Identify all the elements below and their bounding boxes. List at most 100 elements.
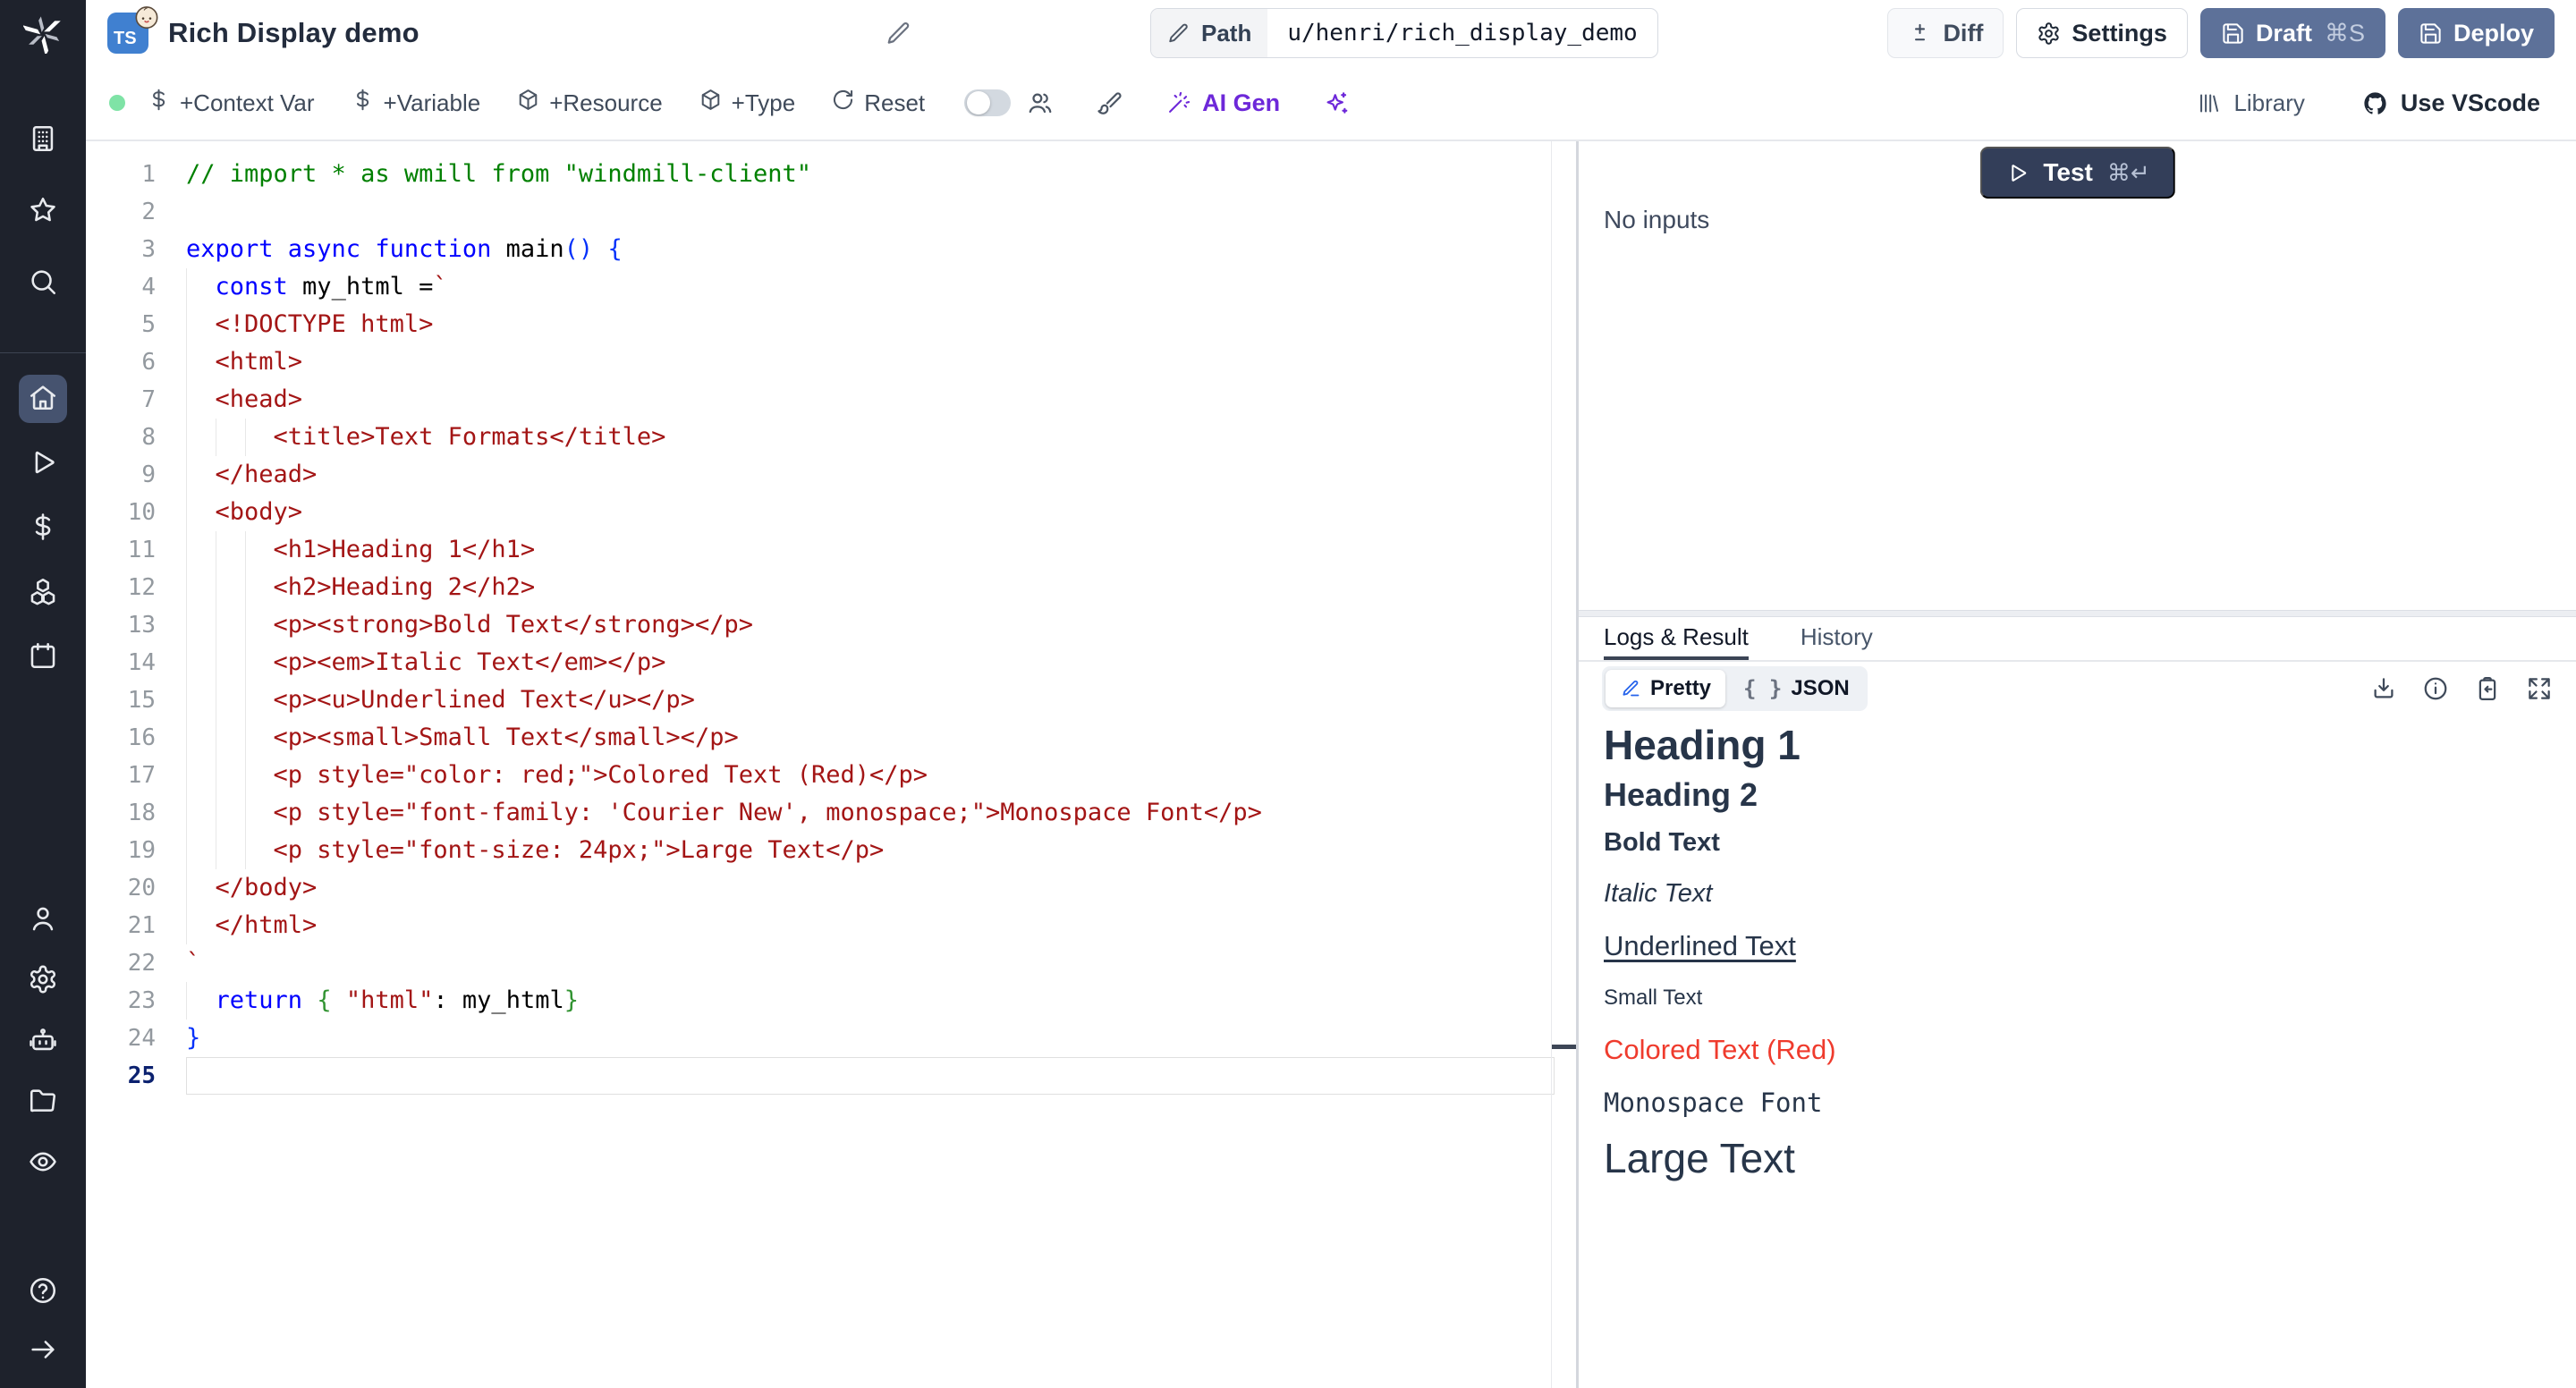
sidebar-item-building[interactable] <box>19 116 67 165</box>
code-line-2[interactable]: 2 <box>86 193 1576 231</box>
line-number[interactable]: 9 <box>86 456 156 494</box>
line-number[interactable]: 20 <box>86 869 156 907</box>
code-line-21[interactable]: 21 </html> <box>86 907 1576 944</box>
code-text[interactable]: <p><u>Underlined Text</u></p> <box>186 681 695 719</box>
sidebar-item-help[interactable] <box>19 1268 67 1316</box>
code-line-22[interactable]: 22` <box>86 944 1576 982</box>
expand-icon[interactable] <box>2526 675 2553 702</box>
script-path-control[interactable]: Path u/henri/rich_display_demo <box>1150 8 1658 58</box>
line-number[interactable]: 17 <box>86 757 156 794</box>
sidebar-item-arrow-right[interactable] <box>19 1327 67 1375</box>
line-number[interactable]: 25 <box>86 1057 156 1095</box>
code-line-9[interactable]: 9 </head> <box>86 456 1576 494</box>
json-option[interactable]: { } JSON <box>1729 670 1864 707</box>
code-line-5[interactable]: 5 <!DOCTYPE html> <box>86 306 1576 343</box>
line-number[interactable]: 7 <box>86 381 156 419</box>
line-number[interactable]: 24 <box>86 1020 156 1057</box>
horizontal-splitter[interactable] <box>1579 610 2576 617</box>
line-number[interactable]: 15 <box>86 681 156 719</box>
code-text[interactable]: <h2>Heading 2</h2> <box>186 569 535 606</box>
code-text[interactable]: // import * as wmill from "windmill-clie… <box>186 156 811 193</box>
library-button[interactable]: Library <box>2197 89 2304 117</box>
line-number[interactable]: 11 <box>86 531 156 569</box>
code-line-17[interactable]: 17 <p style="color: red;">Colored Text (… <box>86 757 1576 794</box>
code-line-12[interactable]: 12 <h2>Heading 2</h2> <box>86 569 1576 606</box>
pretty-option[interactable]: Pretty <box>1606 670 1725 707</box>
edit-summary-pencil-icon[interactable] <box>886 20 912 47</box>
settings-button[interactable]: Settings <box>2016 8 2188 58</box>
sidebar-item-gear[interactable] <box>19 957 67 1005</box>
toolbar-button-add-type[interactable]: +Type <box>699 88 796 118</box>
draft-button[interactable]: Draft ⌘S <box>2200 8 2385 58</box>
code-line-3[interactable]: 3 export async function main() { <box>86 231 1576 268</box>
multiplayer-toggle[interactable] <box>964 89 1011 116</box>
code-line-15[interactable]: 15 <p><u>Underlined Text</u></p> <box>86 681 1576 719</box>
code-text[interactable]: export async function main() { <box>186 231 623 268</box>
line-number[interactable]: 19 <box>86 832 156 869</box>
code-line-24[interactable]: 24} <box>86 1020 1576 1057</box>
code-text[interactable]: <p><small>Small Text</small></p> <box>186 719 739 757</box>
line-number[interactable]: 18 <box>86 794 156 832</box>
toolbar-button-reset[interactable]: Reset <box>831 88 925 118</box>
sidebar-item-folder[interactable] <box>19 1079 67 1127</box>
toolbar-button-add-resource[interactable]: +Resource <box>516 88 662 118</box>
line-number[interactable]: 14 <box>86 644 156 681</box>
code-text[interactable]: <p><em>Italic Text</em></p> <box>186 644 665 681</box>
line-number[interactable]: 22 <box>86 944 156 982</box>
line-number[interactable]: 16 <box>86 719 156 757</box>
sidebar-item-play[interactable] <box>19 440 67 488</box>
code-line-19[interactable]: 19 <p style="font-size: 24px;">Large Tex… <box>86 832 1576 869</box>
line-number[interactable]: 2 <box>86 193 156 231</box>
sidebar-item-dollar[interactable] <box>19 504 67 553</box>
sparkles-icon[interactable] <box>1323 89 1350 116</box>
code-text[interactable]: </html> <box>186 907 317 944</box>
code-text[interactable]: <title>Text Formats</title> <box>186 419 665 456</box>
tab-logs-and-result[interactable]: Logs & Result <box>1604 617 1749 660</box>
sidebar-item-calendar[interactable] <box>19 633 67 681</box>
line-number[interactable]: 23 <box>86 982 156 1020</box>
ai-gen-button[interactable]: AI Gen <box>1166 89 1280 117</box>
code-line-16[interactable]: 16 <p><small>Small Text</small></p> <box>86 719 1576 757</box>
sidebar-item-cubes[interactable] <box>19 569 67 617</box>
code-line-7[interactable]: 7 <head> <box>86 381 1576 419</box>
line-number[interactable]: 12 <box>86 569 156 606</box>
line-number[interactable]: 8 <box>86 419 156 456</box>
code-text[interactable]: <p style="color: red;">Colored Text (Red… <box>186 757 928 794</box>
code-text[interactable]: <body> <box>186 494 302 531</box>
code-editor[interactable]: 1 // import * as wmill from "windmill-cli… <box>86 141 1576 1388</box>
line-number[interactable]: 5 <box>86 306 156 343</box>
line-number[interactable]: 6 <box>86 343 156 381</box>
sidebar-item-robot[interactable] <box>19 1018 67 1066</box>
code-line-18[interactable]: 18 <p style="font-family: 'Courier New',… <box>86 794 1576 832</box>
code-text[interactable]: <h1>Heading 1</h1> <box>186 531 535 569</box>
sidebar-item-home[interactable] <box>19 375 67 423</box>
code-line-14[interactable]: 14 <p><em>Italic Text</em></p> <box>86 644 1576 681</box>
line-number[interactable]: 13 <box>86 606 156 644</box>
code-line-6[interactable]: 6 <html> <box>86 343 1576 381</box>
line-number[interactable]: 1 <box>86 156 156 193</box>
code-text[interactable]: } <box>186 1020 200 1057</box>
code-line-10[interactable]: 10 <body> <box>86 494 1576 531</box>
path-value[interactable]: u/henri/rich_display_demo <box>1267 9 1657 57</box>
info-icon[interactable] <box>2422 675 2449 702</box>
code-text[interactable]: <head> <box>186 381 302 419</box>
use-vscode-button[interactable]: Use VScode <box>2362 89 2540 117</box>
code-text[interactable]: <html> <box>186 343 302 381</box>
line-number[interactable]: 3 <box>86 231 156 268</box>
code-text[interactable]: <!DOCTYPE html> <box>186 306 433 343</box>
code-line-23[interactable]: 23 return { "html": my_html} <box>86 982 1576 1020</box>
sidebar-item-eye[interactable] <box>19 1139 67 1188</box>
windmill-logo-icon[interactable] <box>20 11 66 57</box>
code-text[interactable]: return { "html": my_html} <box>186 982 579 1020</box>
code-text[interactable]: <p style="font-size: 24px;">Large Text</… <box>186 832 884 869</box>
code-line-8[interactable]: 8 <title>Text Formats</title> <box>86 419 1576 456</box>
code-line-13[interactable]: 13 <p><strong>Bold Text</strong></p> <box>86 606 1576 644</box>
tab-history[interactable]: History <box>1801 617 1873 660</box>
code-line-20[interactable]: 20 </body> <box>86 869 1576 907</box>
code-text[interactable]: </body> <box>186 869 317 907</box>
users-icon[interactable] <box>1027 89 1054 116</box>
code-text[interactable]: </head> <box>186 456 317 494</box>
code-text[interactable]: <p style="font-family: 'Courier New', mo… <box>186 794 1262 832</box>
code-text[interactable]: const my_html =` <box>186 268 448 306</box>
toolbar-button-add-variable[interactable]: +Variable <box>351 88 481 118</box>
